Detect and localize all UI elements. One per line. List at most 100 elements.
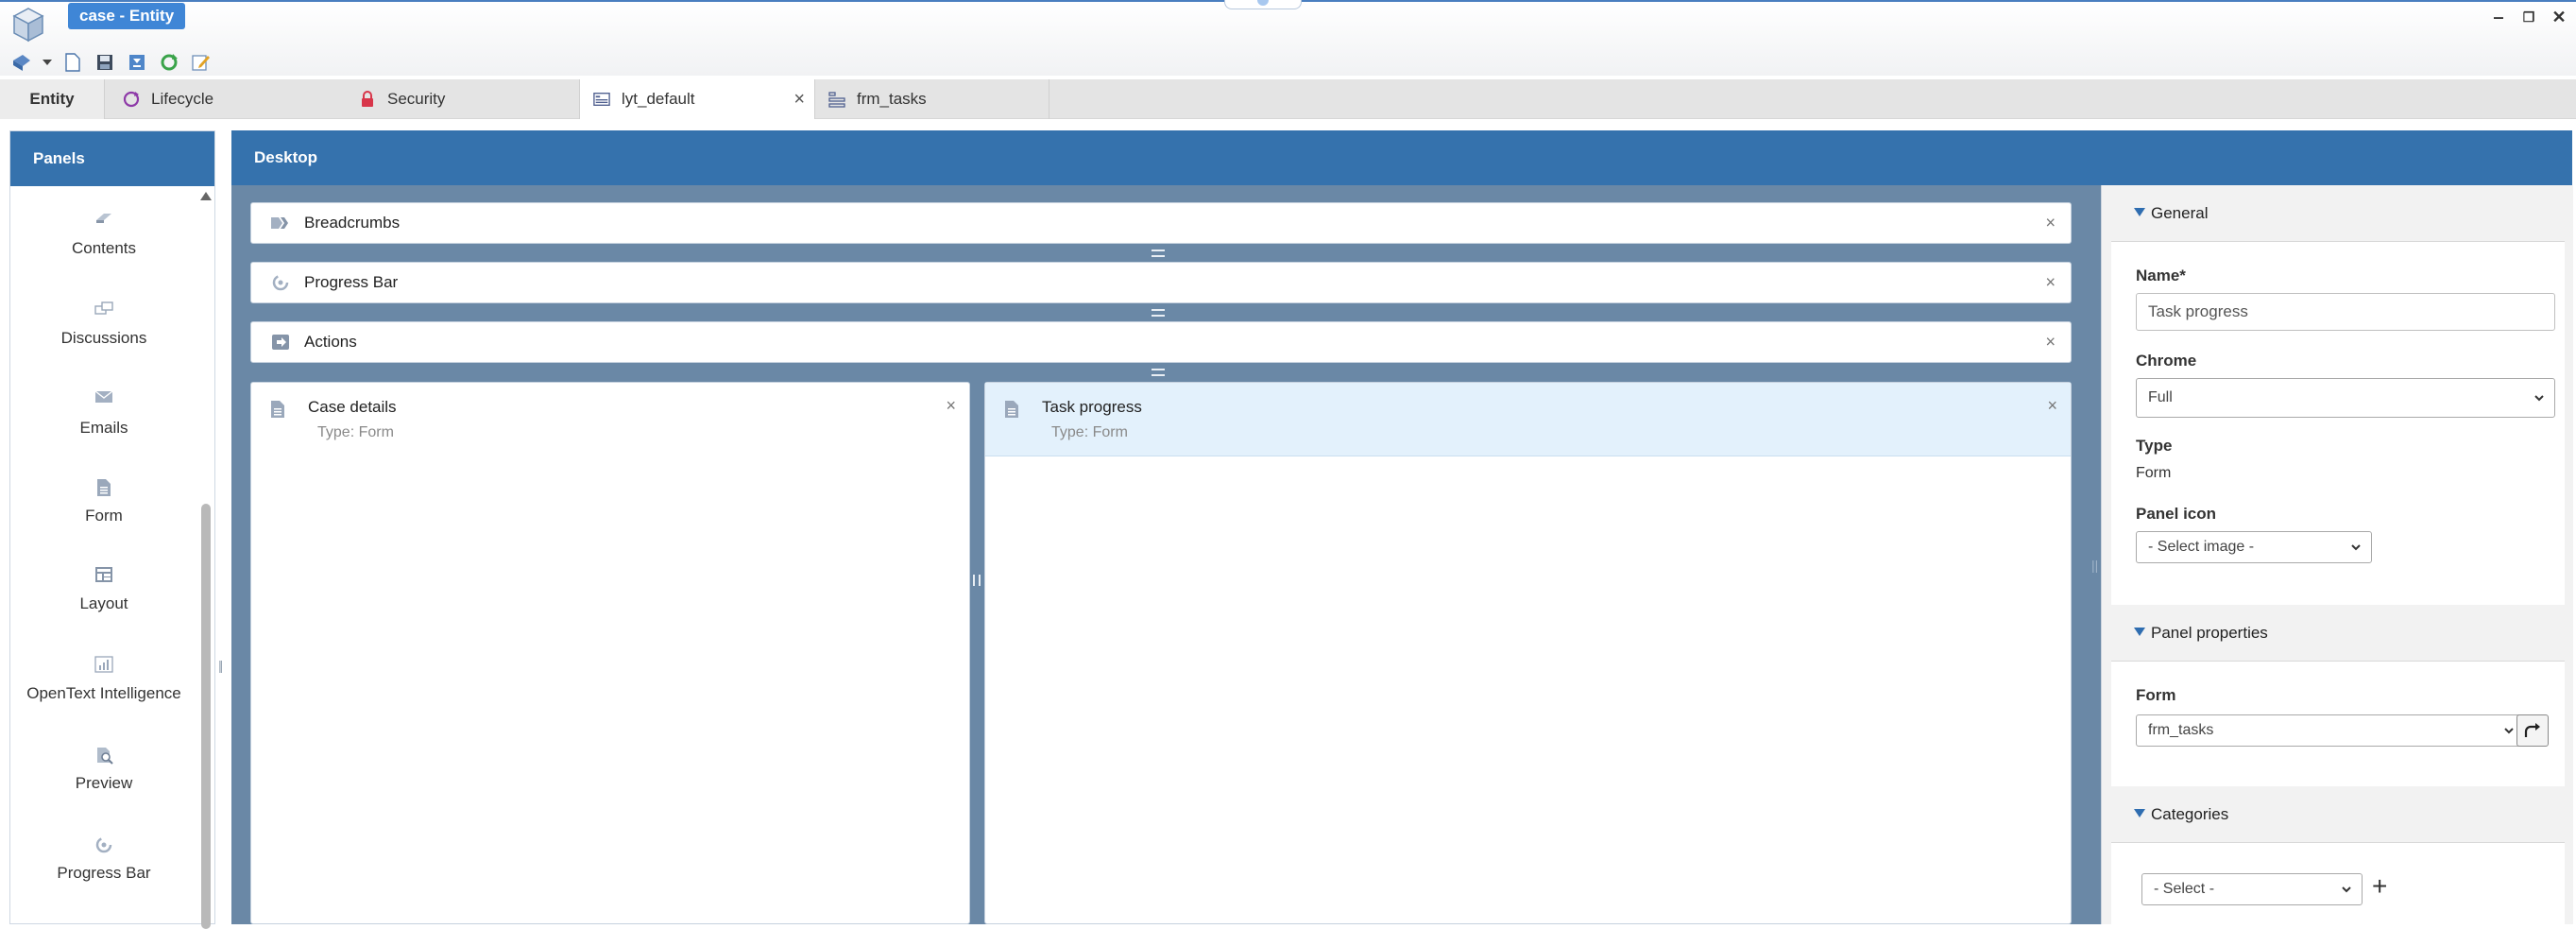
minimize-icon[interactable]: ‒ — [2489, 8, 2508, 26]
form-icon — [270, 400, 287, 421]
panel-label: Progress Bar — [304, 273, 399, 291]
panel-item-label: Progress Bar — [57, 864, 151, 882]
panel-item-preview[interactable]: Preview — [10, 746, 197, 793]
tab-label: Entity — [29, 90, 75, 108]
form-label: Form — [2136, 686, 2176, 704]
section-panel-properties[interactable]: Panel properties — [2111, 605, 2565, 662]
sidebar-splitter[interactable]: || — [218, 658, 223, 673]
panel-icon-label: Panel icon — [2136, 505, 2217, 523]
close-icon[interactable]: ✕ — [2550, 8, 2568, 26]
open-form-button[interactable] — [2516, 714, 2549, 747]
panel-item-layout[interactable]: Layout — [10, 566, 197, 613]
remove-panel-icon[interactable]: × — [2045, 273, 2056, 293]
remove-panel-icon[interactable]: × — [2045, 333, 2056, 353]
name-input[interactable]: Task progress — [2136, 293, 2555, 331]
redirect-arrow-icon — [2524, 723, 2540, 737]
lifecycle-icon — [123, 91, 140, 108]
eraser-icon — [10, 211, 197, 232]
tab-lyt-default[interactable]: lyt_default × — [579, 79, 815, 119]
form-select[interactable]: frm_tasks — [2136, 714, 2525, 747]
panel-item-label: Layout — [79, 594, 128, 612]
tab-strip: Entity Lifecycle Security lyt_default × … — [0, 79, 2576, 119]
chevron-down-icon — [2342, 886, 2351, 893]
form-icon — [10, 478, 197, 499]
resize-grip[interactable] — [1152, 309, 1165, 317]
remove-panel-icon[interactable]: × — [2045, 214, 2056, 233]
refresh-icon[interactable] — [157, 50, 181, 75]
lock-icon — [359, 91, 376, 108]
tab-entity[interactable]: Entity — [0, 79, 104, 119]
add-category-icon[interactable]: + — [2372, 871, 2387, 902]
panel-item-label: Form — [85, 507, 123, 525]
panel-title: Task progress — [1042, 398, 1142, 416]
chrome-value: Full — [2148, 389, 2173, 405]
scroll-thumb[interactable] — [201, 504, 211, 929]
app-cube-icon — [11, 6, 49, 43]
desktop-header: Desktop — [231, 130, 2572, 185]
chevron-down-icon — [2351, 544, 2361, 551]
collapse-triangle-icon[interactable] — [2134, 628, 2145, 636]
panels-scrollbar[interactable] — [199, 186, 213, 929]
panel-item-form[interactable]: Form — [10, 478, 197, 525]
section-general[interactable]: General — [2111, 185, 2565, 242]
tab-frm-tasks[interactable]: frm_tasks — [828, 79, 1046, 119]
section-categories[interactable]: Categories — [2111, 786, 2565, 843]
scroll-up-icon[interactable] — [200, 192, 212, 200]
panel-item-label: Emails — [79, 419, 128, 437]
form-value: frm_tasks — [2148, 722, 2214, 738]
panel-icon-select[interactable]: - Select image - — [2136, 531, 2372, 563]
section-title: Panel properties — [2151, 624, 2268, 642]
panel-type: Type: Form — [1051, 424, 1128, 440]
collapse-handle[interactable] — [1224, 0, 1302, 9]
properties-panel: General Name* Task progress Chrome Full … — [2101, 185, 2573, 924]
tab-close-icon[interactable]: × — [793, 89, 805, 111]
category-value: - Select - — [2154, 881, 2215, 897]
bar-chart-icon — [10, 656, 197, 677]
layout-grid-icon — [10, 566, 197, 587]
desktop-panel-task-progress[interactable]: Task progress Type: Form × — [984, 382, 2072, 924]
breadcrumb-icon — [270, 213, 291, 233]
chrome-label: Chrome — [2136, 352, 2197, 370]
dropdown-icon[interactable] — [42, 50, 53, 75]
window-title: case - Entity — [68, 3, 186, 29]
resize-grip[interactable] — [1152, 369, 1165, 376]
preview-icon — [10, 746, 197, 766]
desktop-panel-progress-bar[interactable]: Progress Bar × — [250, 262, 2072, 303]
remove-panel-icon[interactable]: × — [946, 396, 956, 416]
restore-icon[interactable]: ❐ — [2519, 8, 2538, 26]
properties-splitter[interactable]: || — [2091, 558, 2098, 573]
collapse-triangle-icon[interactable] — [2134, 208, 2145, 216]
panel-item-contents[interactable]: Contents — [10, 211, 197, 258]
tab-label: lyt_default — [622, 90, 695, 108]
envelope-icon — [10, 390, 197, 411]
publish-icon[interactable] — [9, 50, 34, 75]
remove-panel-icon[interactable]: × — [2047, 396, 2057, 416]
panel-item-label: Contents — [71, 239, 137, 257]
edit-icon[interactable] — [189, 50, 213, 75]
panel-icon-value: - Select image - — [2148, 539, 2255, 555]
chrome-select[interactable]: Full — [2136, 378, 2555, 418]
desktop-panel-actions[interactable]: Actions × — [250, 321, 2072, 363]
panel-item-label: OpenText Intelligence — [26, 684, 181, 702]
resize-grip[interactable] — [1152, 249, 1165, 257]
layout-icon — [593, 91, 610, 108]
desktop-panel-breadcrumbs[interactable]: Breadcrumbs × — [250, 202, 2072, 244]
form-list-icon — [828, 91, 845, 108]
name-label: Name* — [2136, 267, 2186, 284]
panels-sidebar: Panels Contents Discussions Emails Form … — [9, 130, 215, 929]
tab-security[interactable]: Security — [359, 79, 576, 119]
panel-item-discussions[interactable]: Discussions — [10, 301, 197, 348]
panel-item-progress-bar[interactable]: Progress Bar — [10, 835, 197, 883]
collapse-triangle-icon[interactable] — [2134, 809, 2145, 817]
save-icon[interactable] — [93, 50, 117, 75]
save-all-icon[interactable] — [125, 50, 149, 75]
new-document-icon[interactable] — [60, 50, 85, 75]
category-select[interactable]: - Select - — [2141, 873, 2363, 905]
desktop-panel-case-details[interactable]: Case details Type: Form × — [250, 382, 970, 924]
panel-item-emails[interactable]: Emails — [10, 390, 197, 438]
panel-item-label: Preview — [75, 774, 133, 792]
panel-item-opentext-intelligence[interactable]: OpenText Intelligence — [10, 656, 197, 703]
panel-item-label: Discussions — [60, 329, 147, 347]
tab-lifecycle[interactable]: Lifecycle — [123, 79, 340, 119]
column-resize-grip[interactable] — [973, 575, 981, 586]
